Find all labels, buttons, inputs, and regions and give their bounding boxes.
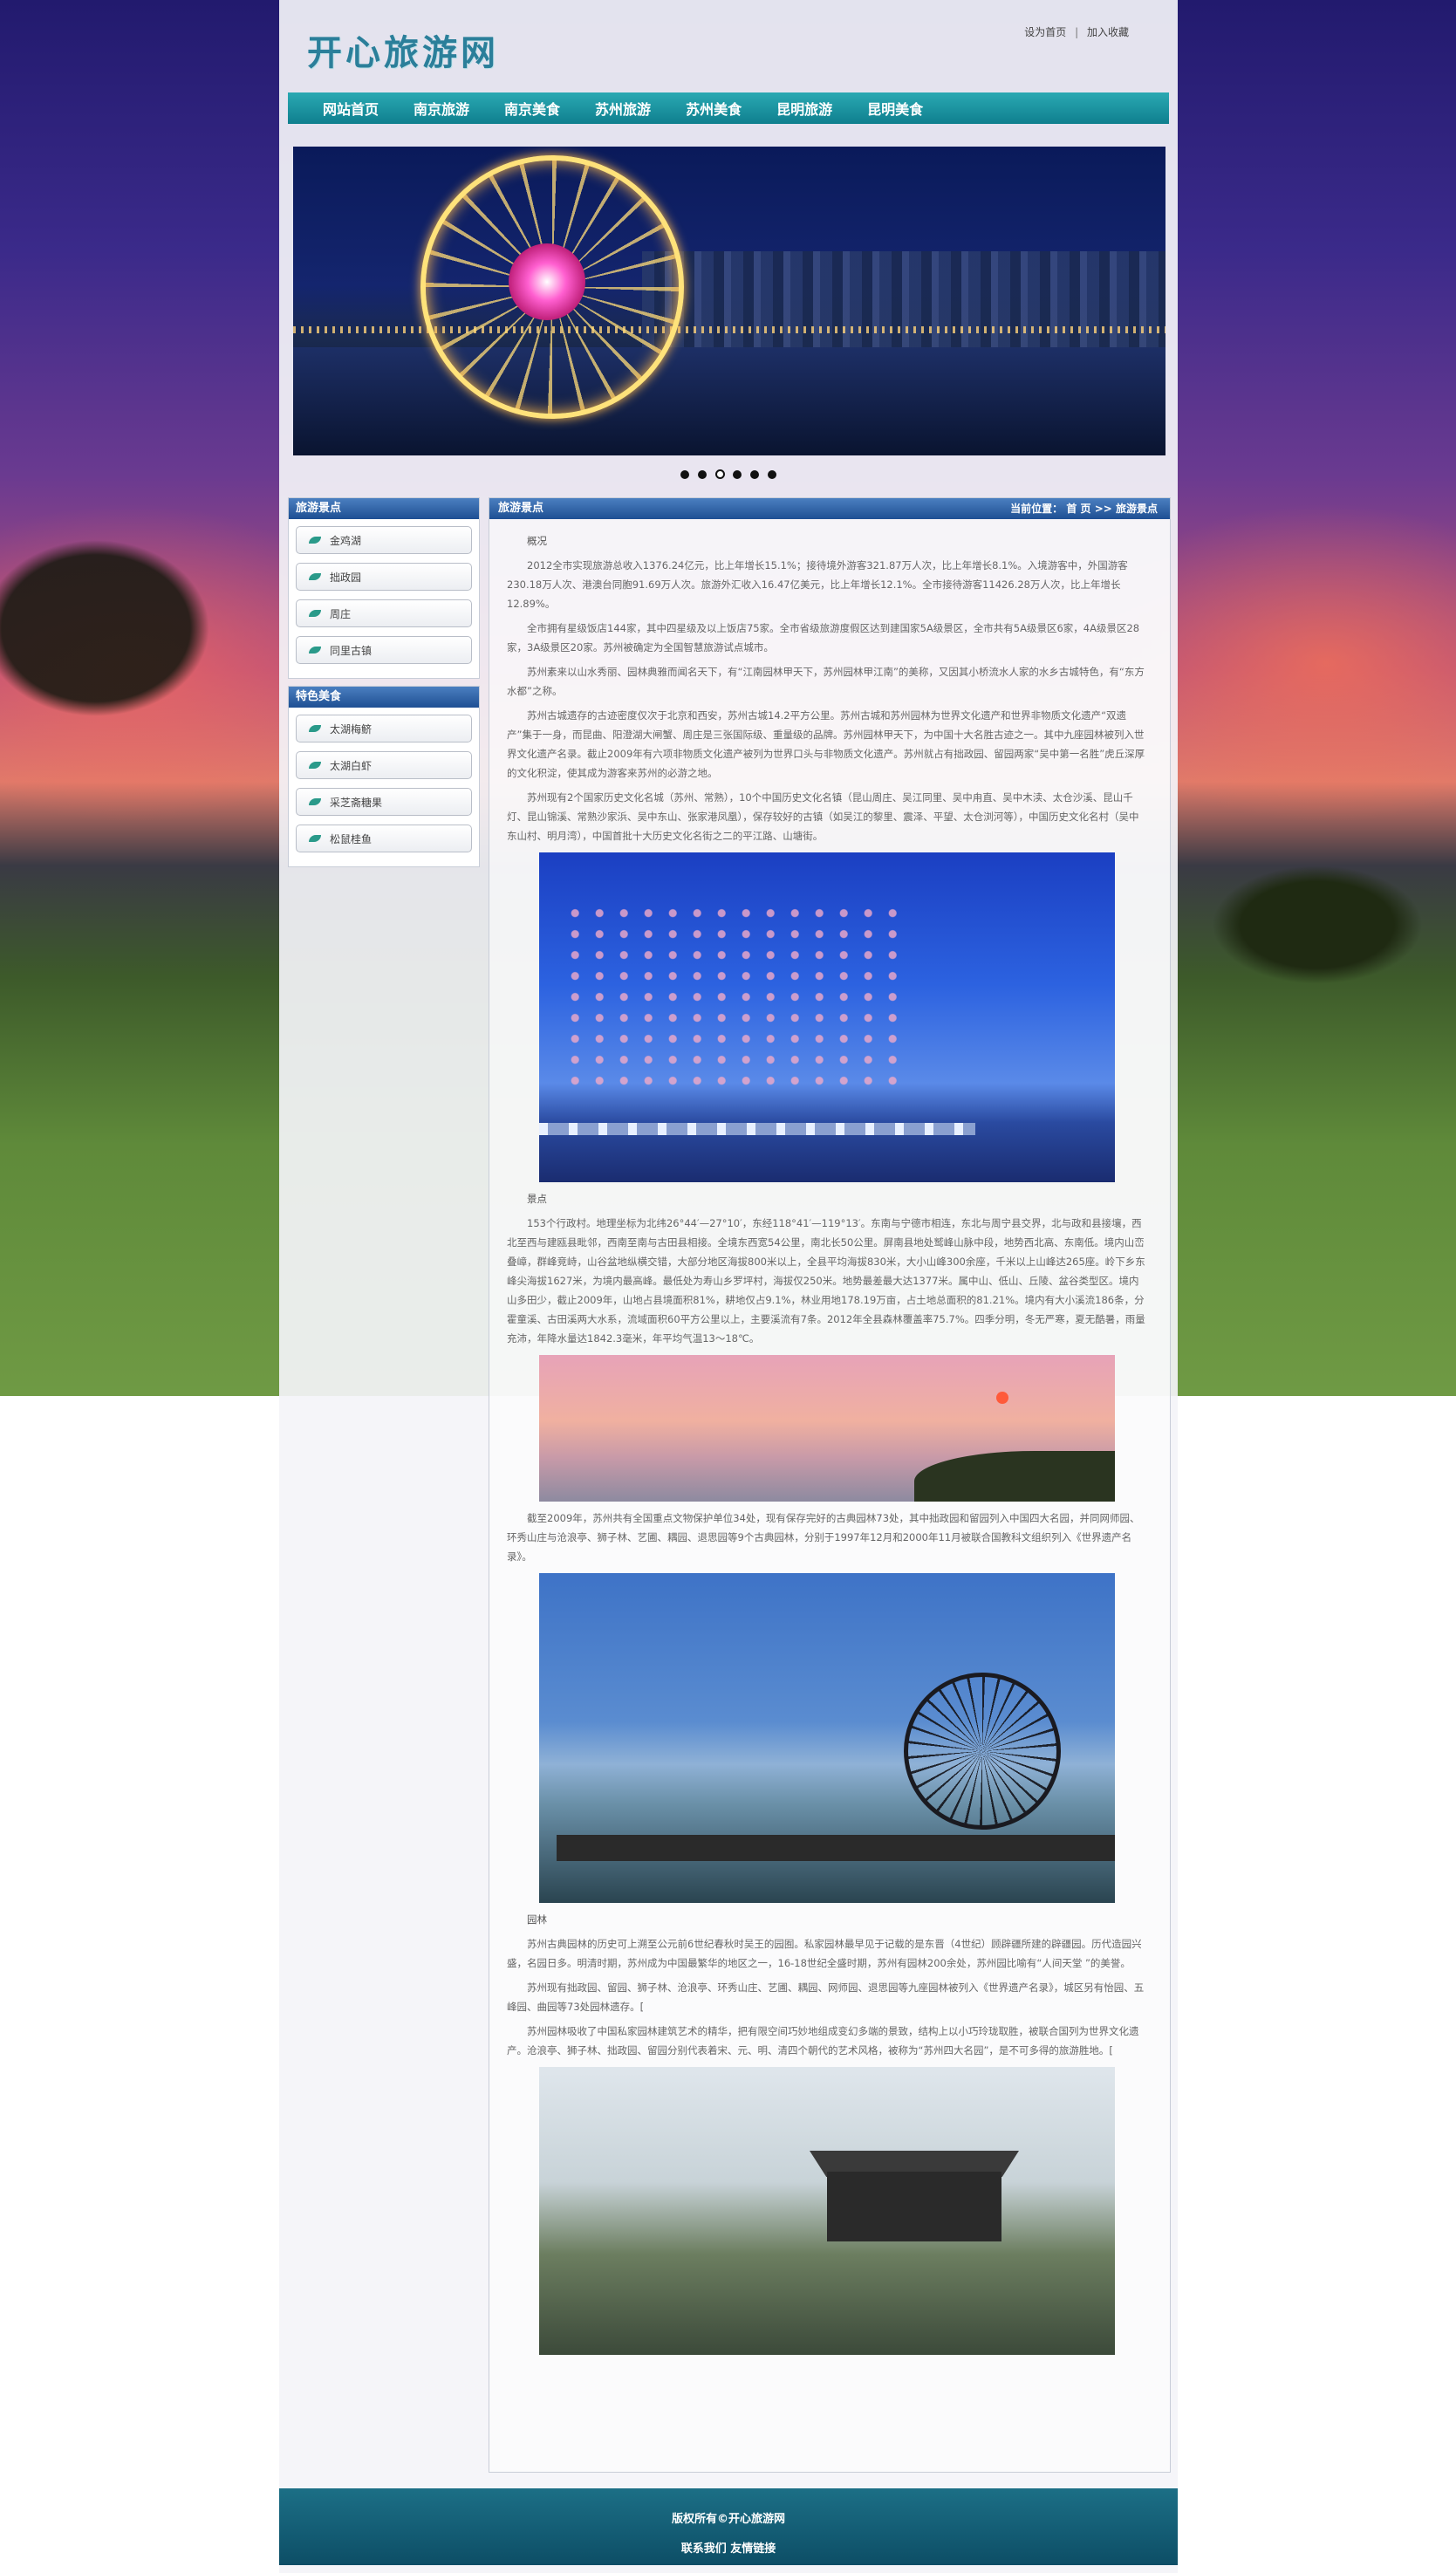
nav-home[interactable]: 网站首页 (323, 98, 379, 119)
sidebar-item-jinji-lake[interactable]: 金鸡湖 (296, 526, 472, 554)
paragraph: 苏州园林吸收了中国私家园林建筑艺术的精华，把有限空间巧妙地组成变幻多端的景致，结… (507, 2025, 1139, 2056)
sidebar-section-title: 旅游景点 (289, 498, 479, 519)
slide-dot[interactable] (733, 470, 742, 479)
leaf-icon (309, 798, 321, 805)
sidebar-item-zhuozheng-garden[interactable]: 拙政园 (296, 563, 472, 591)
banner-shore-lights (293, 326, 1165, 333)
nav-kunming-food[interactable]: 昆明美食 (867, 98, 923, 119)
leaf-icon (309, 647, 321, 654)
content-header: 旅游景点 当前位置： 首 页 >> 旅游景点 (489, 498, 1170, 519)
sidebar-item-tongli[interactable]: 同里古镇 (296, 636, 472, 664)
leaf-icon (309, 573, 321, 580)
breadcrumb-home-link[interactable]: 首 页 (1066, 503, 1090, 515)
leaf-icon (309, 610, 321, 617)
banner-city-skyline (642, 251, 1165, 356)
paragraph: 153个行政村。地理坐标为北纬26°44′—27°10′，东经118°41′—1… (507, 1217, 1145, 1345)
slide-dot[interactable] (750, 470, 760, 479)
sidebar-section-attractions: 旅游景点 金鸡湖 拙政园 周庄 同里古镇 (288, 497, 480, 679)
photo-lake-ferris-wheel (539, 1573, 1115, 1903)
leaf-icon (309, 762, 321, 769)
slide-dot[interactable] (697, 470, 707, 479)
section-heading: 园林 (527, 1913, 547, 1926)
paragraph: 苏州素来以山水秀丽、园林典雅而闻名天下，有“江南园林甲天下，苏州园林甲江南”的美… (507, 666, 1145, 697)
site-header: 开心旅游网 设为首页 | 加入收藏 (279, 0, 1178, 92)
footer-copyright: 版权所有©开心旅游网 (671, 2513, 785, 2526)
paragraph: 2012全市实现旅游总收入1376.24亿元，比上年增长15.1%；接待境外游客… (507, 559, 1128, 610)
breadcrumb: 当前位置： 首 页 >> 旅游景点 (1010, 503, 1158, 515)
section-heading: 概况 (527, 535, 547, 547)
nav-kunming-travel[interactable]: 昆明旅游 (776, 98, 832, 119)
footer-links[interactable]: 联系我们 友情链接 (279, 2539, 1178, 2556)
banner-slideshow[interactable] (293, 147, 1165, 455)
add-favorite-link[interactable]: 加入收藏 (1087, 26, 1129, 38)
page-wrapper: 开心旅游网 设为首页 | 加入收藏 网站首页 南京旅游 南京美食 苏州旅游 苏州… (279, 0, 1178, 2573)
paragraph: 苏州古城遗存的古迹密度仅次于北京和西安，苏州古城14.2平方公里。苏州古城和苏州… (507, 709, 1145, 779)
site-logo[interactable]: 开心旅游网 (307, 24, 499, 75)
paragraph: 截至2009年，苏州共有全国重点文物保护单位34处，现有保存完好的古典园林73处… (507, 1512, 1140, 1563)
paragraph: 苏州古典园林的历史可上溯至公元前6世纪春秋时吴王的园囿。私家园林最早见于记载的是… (507, 1938, 1142, 1969)
slide-dot[interactable] (680, 470, 689, 479)
sidebar-item-squirrel-fish[interactable]: 松鼠桂鱼 (296, 825, 472, 852)
background-tree (0, 489, 279, 855)
paragraph: 苏州现有2个国家历史文化名城（苏州、常熟），10个中国历史文化名镇（昆山周庄、吴… (507, 791, 1139, 842)
main-nav: 网站首页 南京旅游 南京美食 苏州旅游 苏州美食 昆明旅游 昆明美食 (288, 92, 1169, 124)
banner-pagination (279, 469, 1178, 482)
leaf-icon (309, 537, 321, 544)
photo-lake-sunset (539, 1355, 1115, 1502)
banner-ferris-wheel (420, 155, 684, 419)
sidebar: 旅游景点 金鸡湖 拙政园 周庄 同里古镇 特色美食 太湖梅鲚 太湖白虾 采芝斋糖… (288, 497, 480, 874)
sidebar-item-zhouzhuang[interactable]: 周庄 (296, 599, 472, 627)
sidebar-section-title: 特色美食 (289, 687, 479, 708)
nav-suzhou-food[interactable]: 苏州美食 (686, 98, 742, 119)
nav-nanjing-food[interactable]: 南京美食 (504, 98, 560, 119)
sidebar-section-food: 特色美食 太湖梅鲚 太湖白虾 采芝斋糖果 松鼠桂鱼 (288, 686, 480, 867)
nav-nanjing-travel[interactable]: 南京旅游 (414, 98, 469, 119)
content-title: 旅游景点 (498, 502, 544, 515)
leaf-icon (309, 835, 321, 842)
banner-lake (293, 347, 1165, 455)
sidebar-item-taihu-shrimp[interactable]: 太湖白虾 (296, 751, 472, 779)
set-homepage-link[interactable]: 设为首页 (1024, 26, 1066, 38)
leaf-icon (309, 725, 321, 732)
slide-dot-active[interactable] (714, 469, 725, 479)
article-body: 概况 2012全市实现旅游总收入1376.24亿元，比上年增长15.1%；接待境… (489, 519, 1170, 2355)
section-heading: 景点 (527, 1193, 547, 1205)
photo-blossom-bridge (539, 852, 1115, 1182)
paragraph: 全市拥有星级饭店144家，其中四星级及以上饭店75家。全市省级旅游度假区达到建国… (507, 622, 1140, 654)
nav-suzhou-travel[interactable]: 苏州旅游 (595, 98, 651, 119)
top-links-separator: | (1075, 26, 1079, 38)
paragraph: 苏州现有拙政园、留园、狮子林、沧浪亭、环秀山庄、艺圃、耦园、网师园、退思园等九座… (507, 1981, 1145, 2013)
main-content: 旅游景点 当前位置： 首 页 >> 旅游景点 概况 2012全市实现旅游总收入1… (489, 497, 1171, 2473)
sidebar-item-caizhizhai-candy[interactable]: 采芝斋糖果 (296, 788, 472, 816)
site-footer: 版权所有©开心旅游网 联系我们 友情链接 (279, 2488, 1178, 2565)
top-links: 设为首页 | 加入收藏 (1024, 24, 1129, 39)
photo-classical-garden (539, 2067, 1115, 2355)
sidebar-item-taihu-meiji[interactable]: 太湖梅鲚 (296, 715, 472, 742)
slide-dot[interactable] (768, 470, 777, 479)
background-trees (1186, 785, 1456, 995)
breadcrumb-current-link[interactable]: 旅游景点 (1116, 503, 1158, 515)
